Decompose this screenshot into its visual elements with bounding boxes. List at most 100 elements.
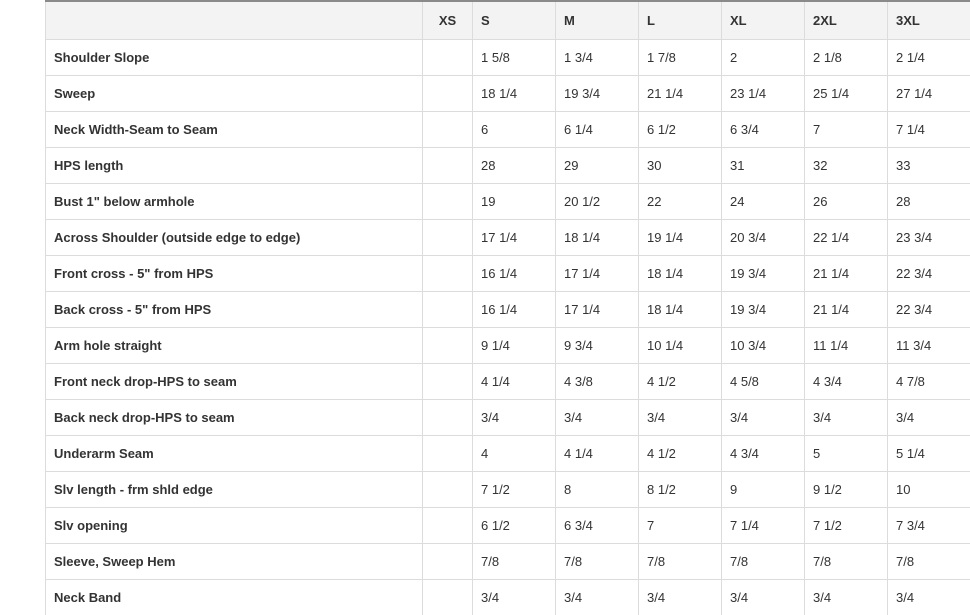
table-row: Neck Band 3/4 3/4 3/4 3/4 3/4 3/4 — [45, 578, 970, 615]
table-cell: 28 — [887, 182, 970, 220]
table-row: Slv opening 6 1/2 6 3/4 7 7 1/4 7 1/2 7 3/4 — [45, 506, 970, 544]
table-cell: 22 3/4 — [887, 254, 970, 292]
table-row: Slv length - frm shld edge 7 1/2 8 8 1/2 9 9 … — [45, 470, 970, 508]
row-label: Front cross - 5" from HPS — [45, 254, 423, 292]
table-cell — [422, 434, 473, 472]
table-cell — [422, 506, 473, 544]
table-body: Shoulder Slope 1 5/8 1 3/4 1 7/8 2 2 1/8 2 1/4… — [45, 38, 970, 615]
table-row: Back cross - 5" from HPS 16 1/4 17 1/4 18 1… — [45, 290, 970, 328]
table-cell: 4 7/8 — [887, 362, 970, 400]
table-cell: 4 — [472, 434, 556, 472]
row-label: Arm hole straight — [45, 326, 423, 364]
row-label: Neck Width-Seam to Seam — [45, 110, 423, 148]
table-cell: 23 3/4 — [887, 218, 970, 256]
table-cell: 6 3/4 — [555, 506, 639, 544]
table-cell: 3/4 — [638, 578, 722, 615]
table-row: Underarm Seam 4 4 1/4 4 1/2 4 3/4 5 5 1/4 — [45, 434, 970, 472]
header-size-m: M — [555, 0, 639, 40]
table-cell: 4 1/2 — [638, 434, 722, 472]
table-cell: 2 1/8 — [804, 38, 888, 76]
table-cell: 21 1/4 — [804, 254, 888, 292]
table-cell: 23 1/4 — [721, 74, 805, 112]
table-cell — [422, 542, 473, 580]
table-cell: 18 1/4 — [555, 218, 639, 256]
table-cell — [422, 470, 473, 508]
table-cell: 3/4 — [721, 398, 805, 436]
row-label: Across Shoulder (outside edge to edge) — [45, 218, 423, 256]
table-cell — [422, 182, 473, 220]
size-chart-table: XS S M L XL 2XL 3XL Shoulder Slope 1 5/8 1… — [45, 0, 970, 615]
table-cell: 4 1/4 — [472, 362, 556, 400]
table-cell: 10 3/4 — [721, 326, 805, 364]
table-cell — [422, 290, 473, 328]
header-size-l: L — [638, 0, 722, 40]
table-cell: 29 — [555, 146, 639, 184]
table-row: Front cross - 5" from HPS 16 1/4 17 1/4 18 … — [45, 254, 970, 292]
table-cell: 7/8 — [804, 542, 888, 580]
table-cell — [422, 254, 473, 292]
table-row: Sweep 18 1/4 19 3/4 21 1/4 23 1/4 25 1/4 27 1/… — [45, 74, 970, 112]
table-cell: 2 — [721, 38, 805, 76]
table-cell: 19 3/4 — [721, 254, 805, 292]
row-label: Slv opening — [45, 506, 423, 544]
table-cell — [422, 326, 473, 364]
row-label: Neck Band — [45, 578, 423, 615]
table-cell: 32 — [804, 146, 888, 184]
table-cell — [422, 74, 473, 112]
table-cell: 6 1/4 — [555, 110, 639, 148]
table-cell: 27 1/4 — [887, 74, 970, 112]
row-label: Shoulder Slope — [45, 38, 423, 76]
table-cell — [422, 362, 473, 400]
table-cell: 7 1/2 — [804, 506, 888, 544]
table-cell: 11 3/4 — [887, 326, 970, 364]
row-label: Back cross - 5" from HPS — [45, 290, 423, 328]
table-cell: 6 1/2 — [472, 506, 556, 544]
table-cell: 6 3/4 — [721, 110, 805, 148]
table-cell: 1 5/8 — [472, 38, 556, 76]
table-cell: 8 — [555, 470, 639, 508]
table-cell: 5 — [804, 434, 888, 472]
table-cell — [422, 398, 473, 436]
table-cell: 22 3/4 — [887, 290, 970, 328]
table-cell — [422, 38, 473, 76]
table-cell: 19 3/4 — [555, 74, 639, 112]
table-cell: 3/4 — [887, 578, 970, 615]
table-cell: 4 3/4 — [804, 362, 888, 400]
table-cell: 7 1/2 — [472, 470, 556, 508]
table-row: Arm hole straight 9 1/4 9 3/4 10 1/4 10 3/4 1… — [45, 326, 970, 364]
table-cell: 22 — [638, 182, 722, 220]
table-cell: 6 1/2 — [638, 110, 722, 148]
table-cell: 19 — [472, 182, 556, 220]
table-cell: 7 1/4 — [887, 110, 970, 148]
table-cell: 7/8 — [472, 542, 556, 580]
table-cell: 1 7/8 — [638, 38, 722, 76]
table-cell: 7 1/4 — [721, 506, 805, 544]
table-cell: 3/4 — [721, 578, 805, 615]
row-label: Sleeve, Sweep Hem — [45, 542, 423, 580]
table-cell: 7/8 — [887, 542, 970, 580]
table-header-row: XS S M L XL 2XL 3XL — [45, 0, 970, 40]
table-row: Sleeve, Sweep Hem 7/8 7/8 7/8 7/8 7/8 7/8 — [45, 542, 970, 580]
table-cell: 18 1/4 — [638, 290, 722, 328]
table-cell: 10 — [887, 470, 970, 508]
table-cell: 28 — [472, 146, 556, 184]
table-cell — [422, 578, 473, 615]
table-cell: 9 1/2 — [804, 470, 888, 508]
size-chart-container: XS S M L XL 2XL 3XL Shoulder Slope 1 5/8 1… — [45, 0, 970, 615]
table-cell: 3/4 — [472, 578, 556, 615]
table-cell — [422, 110, 473, 148]
row-label: HPS length — [45, 146, 423, 184]
row-label: Sweep — [45, 74, 423, 112]
table-cell: 17 1/4 — [555, 290, 639, 328]
table-cell: 16 1/4 — [472, 254, 556, 292]
table-cell: 5 1/4 — [887, 434, 970, 472]
table-row: Across Shoulder (outside edge to edge) 17… — [45, 218, 970, 256]
table-cell: 4 5/8 — [721, 362, 805, 400]
table-cell: 9 1/4 — [472, 326, 556, 364]
table-row: HPS length 28 29 30 31 32 33 — [45, 146, 970, 184]
table-cell: 3/4 — [555, 578, 639, 615]
header-size-xs: XS — [422, 0, 473, 40]
row-label: Front neck drop-HPS to seam — [45, 362, 423, 400]
row-label: Underarm Seam — [45, 434, 423, 472]
row-label: Bust 1" below armhole — [45, 182, 423, 220]
